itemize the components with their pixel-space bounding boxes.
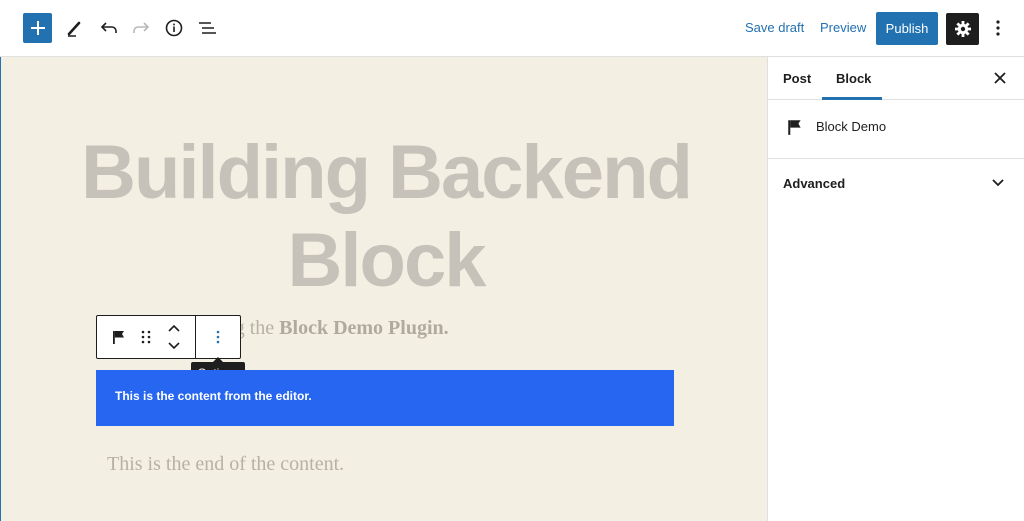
move-down-icon[interactable]: [167, 340, 181, 350]
paragraph-block[interactable]: This is the end of the content.: [107, 453, 344, 476]
preview-button[interactable]: Preview: [820, 20, 866, 36]
paragraph-bold-text: Block Demo Plugin.: [279, 317, 449, 339]
advanced-panel-toggle[interactable]: Advanced: [768, 159, 1024, 207]
flag-icon: [113, 331, 124, 344]
block-demo-block[interactable]: This is the content from the editor.: [96, 370, 674, 426]
block-card: Block Demo: [768, 100, 1024, 159]
publish-button[interactable]: Publish: [876, 12, 938, 45]
block-card-title: Block Demo: [816, 119, 887, 134]
settings-button[interactable]: [946, 13, 979, 45]
block-toolbar: [96, 315, 241, 359]
info-icon: [165, 19, 183, 37]
gear-icon: [954, 21, 971, 37]
flag-icon: [788, 120, 801, 135]
pen-icon: [67, 21, 81, 37]
tab-block[interactable]: Block: [836, 71, 871, 86]
block-mover: [161, 316, 187, 358]
editor-canvas[interactable]: Building Backend Block fically for testi…: [0, 57, 767, 521]
more-vertical-icon: [216, 330, 220, 344]
drag-handle-icon: [141, 330, 151, 344]
block-options-button[interactable]: [205, 316, 231, 358]
plus-icon: [30, 21, 45, 35]
redo-button[interactable]: [128, 14, 154, 42]
options-menu-button[interactable]: [988, 14, 1008, 42]
tools-button[interactable]: [62, 14, 88, 42]
post-title[interactable]: Building Backend Block: [41, 129, 731, 305]
close-sidebar-button[interactable]: [990, 68, 1010, 88]
block-type-button[interactable]: [107, 316, 131, 358]
undo-button[interactable]: [96, 14, 122, 42]
redo-icon: [133, 22, 150, 33]
title-line: Building Backend: [81, 130, 693, 215]
list-view-icon: [199, 22, 216, 34]
tab-post[interactable]: Post: [783, 71, 811, 86]
list-view-button[interactable]: [194, 14, 220, 42]
details-button[interactable]: [161, 14, 187, 42]
settings-sidebar: Post Block Block Demo Advanced: [767, 57, 1024, 521]
more-vertical-icon: [996, 20, 1000, 36]
close-icon: [994, 72, 1006, 84]
sidebar-tabs: Post Block: [768, 57, 1024, 100]
editor-header: Save draft Preview Publish: [0, 0, 1024, 57]
undo-icon: [100, 22, 117, 33]
panel-title: Advanced: [783, 176, 846, 191]
move-up-icon[interactable]: [167, 324, 181, 334]
drag-handle[interactable]: [135, 316, 157, 358]
chevron-down-icon: [992, 179, 1004, 187]
title-line: Block: [287, 218, 487, 303]
save-draft-button[interactable]: Save draft: [745, 20, 804, 36]
toolbar-divider: [195, 316, 196, 358]
add-block-button[interactable]: [23, 13, 52, 43]
